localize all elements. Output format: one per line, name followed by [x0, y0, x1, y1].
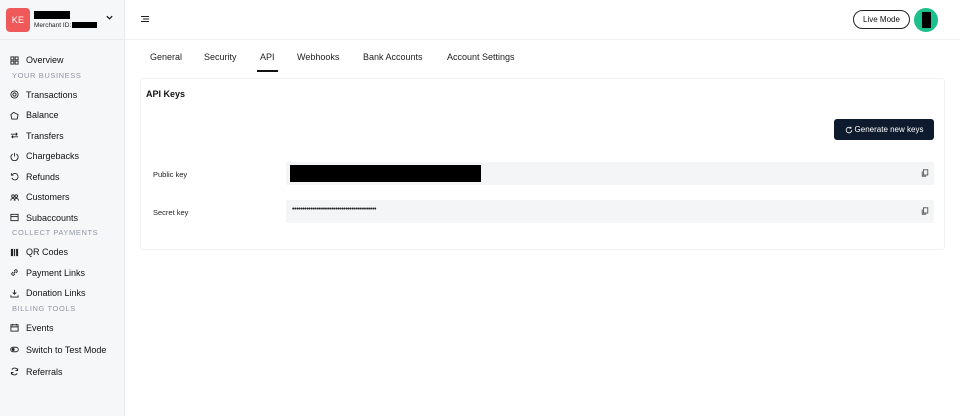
merchant-id: Merchant ID: [34, 21, 98, 29]
business-name-redacted [34, 10, 70, 19]
sidebar-item-label: Donation Links [26, 288, 86, 299]
secret-key-masked: ••••••••••••••••••••••••••••••••••••••••… [292, 206, 377, 213]
api-keys-card: API Keys Generate new keys Public key Se… [140, 78, 945, 250]
main-content: Live Mode General Security API Webhooks … [125, 0, 960, 416]
sidebar-item-label: Subaccounts [26, 212, 79, 223]
refund-icon [10, 173, 19, 181]
sidebar-item-customers[interactable]: Customers [0, 187, 124, 208]
secret-key-field[interactable]: ••••••••••••••••••••••••••••••••••••••••… [286, 200, 934, 223]
donation-icon [10, 289, 19, 298]
live-mode-button[interactable]: Live Mode [853, 10, 910, 29]
secret-key-label: Secret key [153, 208, 189, 217]
business-info: Merchant ID: [34, 10, 98, 29]
sidebar-item-events[interactable]: Events [0, 318, 124, 339]
sidebar-item-label: Transactions [26, 89, 78, 100]
sidebar-item-label: Payment Links [26, 267, 86, 278]
topbar: Live Mode [125, 0, 960, 40]
transfer-icon [10, 132, 19, 139]
copy-icon[interactable] [921, 169, 929, 177]
coins-icon [10, 90, 19, 99]
profile-avatar[interactable] [914, 8, 938, 32]
generate-keys-label: Generate new keys [854, 125, 924, 134]
sidebar-item-label: Referrals [26, 366, 63, 377]
tab-bank-accounts[interactable]: Bank Accounts [363, 52, 423, 72]
card-title: API Keys [146, 89, 186, 99]
sidebar-item-label: Refunds [26, 171, 60, 182]
refresh-icon [845, 126, 852, 133]
sidebar-item-balance[interactable]: Balance [0, 105, 124, 126]
sidebar-item-label: Balance [26, 110, 59, 121]
sidebar-item-payment-links[interactable]: Payment Links [0, 263, 124, 284]
section-label-collect: COLLECT PAYMENTS [12, 228, 99, 237]
tab-security[interactable]: Security [204, 52, 237, 72]
menu-icon[interactable] [140, 14, 150, 24]
sidebar-item-chargebacks[interactable]: Chargebacks [0, 146, 124, 167]
public-key-field[interactable] [286, 162, 934, 185]
sidebar-item-label: Customers [26, 192, 70, 203]
business-switcher[interactable]: KE Merchant ID: [0, 0, 124, 40]
calendar-icon [10, 324, 19, 332]
sidebar-item-referrals[interactable]: Referrals [0, 362, 124, 383]
grid-icon [10, 56, 19, 65]
sidebar-item-transfers[interactable]: Transfers [0, 126, 124, 147]
sidebar-item-label: QR Codes [26, 247, 69, 258]
sidebar-item-transactions[interactable]: Transactions [0, 85, 124, 106]
link-icon [11, 269, 18, 276]
tab-account-settings[interactable]: Account Settings [447, 52, 515, 72]
sidebar: KE Merchant ID: Overview YOUR BUSINESS T… [0, 0, 125, 416]
sidebar-item-label: Events [26, 322, 54, 333]
users-icon [10, 194, 19, 201]
tab-general[interactable]: General [150, 52, 182, 72]
tab-api[interactable]: API [257, 52, 277, 72]
sidebar-item-donation-links[interactable]: Donation Links [0, 283, 124, 304]
sidebar-item-label: Chargebacks [26, 151, 80, 162]
public-key-label: Public key [153, 170, 188, 179]
merchant-id-label: Merchant ID: [34, 21, 72, 29]
referral-icon [10, 367, 19, 376]
toggle-icon [10, 347, 19, 353]
qr-icon [10, 248, 19, 256]
merchant-id-redacted [72, 22, 98, 28]
generate-keys-button[interactable]: Generate new keys [834, 119, 934, 140]
sidebar-item-qr-codes[interactable]: QR Codes [0, 242, 124, 263]
app: KE Merchant ID: Overview YOUR BUSINESS T… [0, 0, 960, 416]
sidebar-item-overview[interactable]: Overview [0, 50, 124, 71]
sidebar-item-label: Transfers [26, 130, 64, 141]
public-key-redacted [290, 165, 481, 182]
sidebar-nav: Overview YOUR BUSINESS Transactions Bala… [0, 40, 124, 382]
settings-tabs: General Security API Webhooks Bank Accou… [125, 40, 960, 72]
sidebar-item-label: Overview [26, 55, 64, 66]
subaccount-icon [10, 214, 19, 222]
sidebar-item-refunds[interactable]: Refunds [0, 167, 124, 188]
tab-webhooks[interactable]: Webhooks [297, 52, 339, 72]
section-label-billing: BILLING TOOLS [12, 303, 76, 313]
wallet-icon [10, 111, 19, 120]
profile-redacted [921, 12, 931, 28]
chargeback-icon [10, 152, 19, 161]
business-avatar: KE [6, 7, 30, 32]
section-label-business: YOUR BUSINESS [12, 70, 82, 80]
sidebar-item-subaccounts[interactable]: Subaccounts [0, 208, 124, 229]
copy-icon[interactable] [921, 207, 929, 215]
sidebar-item-label: Switch to Test Mode [26, 344, 107, 355]
chevron-down-icon[interactable] [104, 13, 114, 23]
sidebar-item-test-mode[interactable]: Switch to Test Mode [0, 340, 124, 361]
